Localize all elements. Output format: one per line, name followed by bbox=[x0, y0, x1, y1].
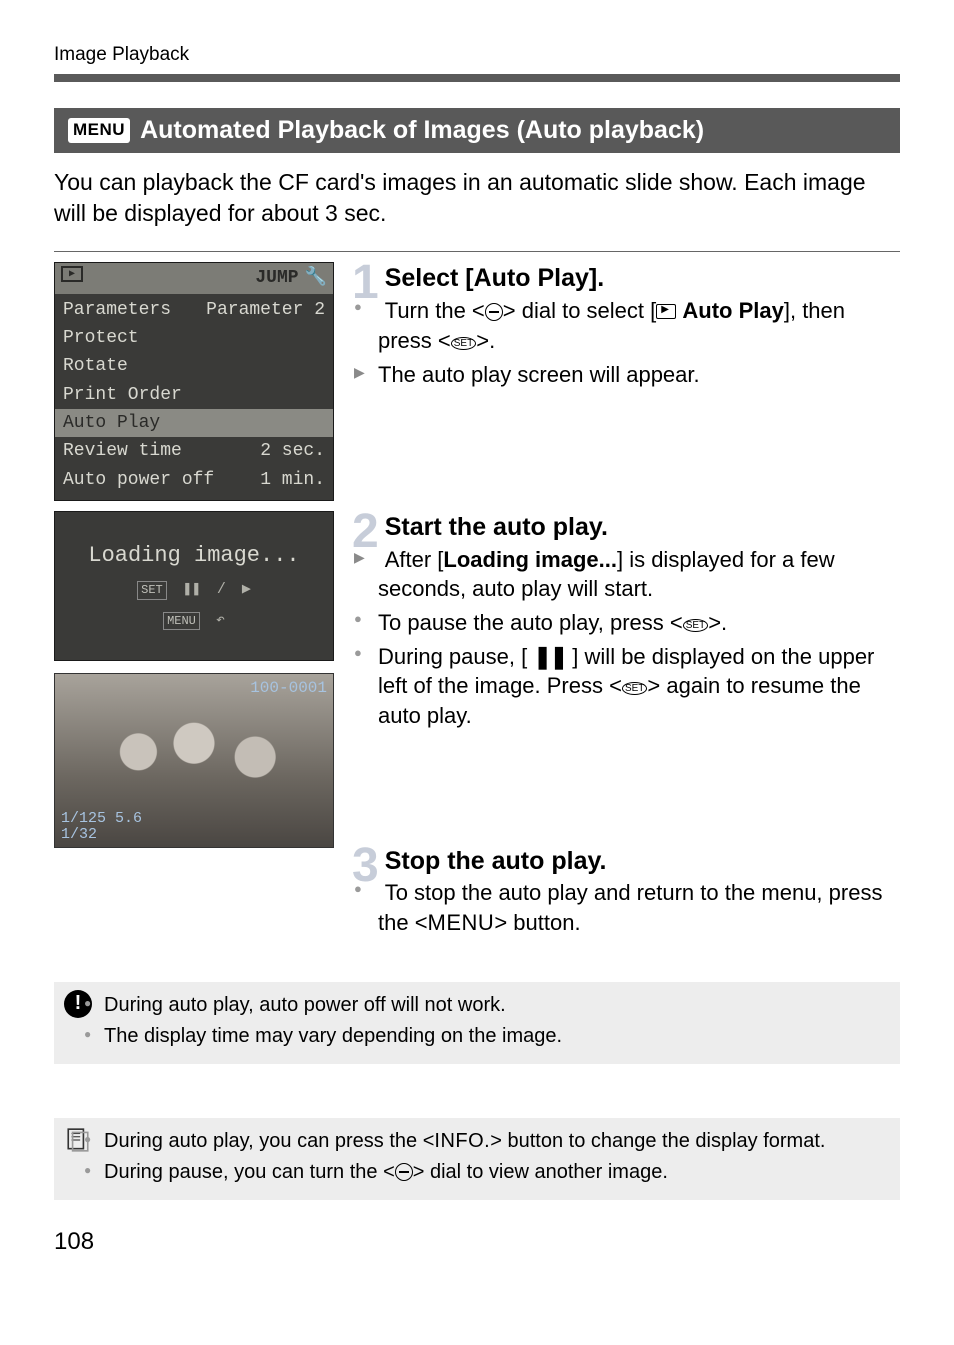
pause-icon: ❚❚ bbox=[533, 644, 566, 669]
lcd-menu-row: Review time2 sec. bbox=[55, 437, 333, 465]
pause-icon: ❚❚ bbox=[183, 580, 201, 600]
step-title-2: Start the auto play. bbox=[385, 513, 608, 541]
note-item: During auto play, you can press the <INF… bbox=[104, 1128, 886, 1155]
play-icon bbox=[656, 304, 676, 319]
warning-note: ! During auto play, auto power off will … bbox=[54, 982, 900, 1064]
return-icon: ↶ bbox=[216, 611, 225, 631]
lcd-menu-screenshot: JUMP 🔧 ParametersParameter 2ProtectRotat… bbox=[54, 262, 334, 500]
chapter-title: Image Playback bbox=[54, 42, 900, 68]
note-item: The display time may vary depending on t… bbox=[104, 1023, 886, 1050]
divider bbox=[54, 74, 900, 82]
menu-badge: MENU bbox=[68, 118, 130, 143]
bullet-item: After [Loading image...] is displayed fo… bbox=[378, 545, 900, 604]
bullet-item: During pause, [ ❚❚ ] will be displayed o… bbox=[378, 642, 900, 731]
lcd-jump-label: JUMP bbox=[255, 266, 298, 290]
step-number-1: 1 bbox=[352, 264, 379, 302]
lcd-loading-screenshot: Loading image... SET ❚❚ / ▶ MENU ↶ bbox=[54, 511, 334, 661]
menu-tag: MENU bbox=[163, 612, 200, 630]
sample-photo: 100-0001 1/125 5.6 1/32 bbox=[54, 673, 334, 848]
lcd-menu-row: Protect bbox=[55, 324, 333, 352]
step-number-2: 2 bbox=[352, 513, 379, 551]
set-icon: SET bbox=[622, 682, 647, 695]
page-number: 108 bbox=[54, 1226, 900, 1258]
set-icon: SET bbox=[451, 337, 476, 350]
dial-icon bbox=[395, 1163, 413, 1181]
bullet-item: To pause the auto play, press <SET>. bbox=[378, 608, 900, 638]
set-icon: SET bbox=[683, 619, 708, 632]
step-number-3: 3 bbox=[352, 847, 379, 885]
loading-text: Loading image... bbox=[88, 541, 299, 571]
photo-frame: 1/32 bbox=[61, 825, 97, 845]
lcd-menu-row: ParametersParameter 2 bbox=[55, 296, 333, 324]
bullet-item: To stop the auto play and return to the … bbox=[378, 878, 900, 937]
section-title: Automated Playback of Images (Auto playb… bbox=[140, 114, 704, 148]
dial-icon bbox=[485, 303, 503, 321]
play-icon bbox=[61, 266, 83, 282]
photo-fileno: 100-0001 bbox=[250, 678, 327, 700]
lcd-menu-row: Rotate bbox=[55, 352, 333, 380]
note-item: During auto play, auto power off will no… bbox=[104, 992, 886, 1019]
bullet-item: The auto play screen will appear. bbox=[378, 360, 900, 390]
intro-text: You can playback the CF card's images in… bbox=[54, 167, 900, 229]
lcd-menu-row: Print Order bbox=[55, 381, 333, 409]
wrench-icon: 🔧 bbox=[305, 266, 327, 290]
step-title-1: Select [Auto Play]. bbox=[385, 264, 605, 292]
section-heading: MENU Automated Playback of Images (Auto … bbox=[54, 108, 900, 154]
set-tag: SET bbox=[137, 581, 167, 599]
bullet-item: Turn the <> dial to select [ Auto Play],… bbox=[378, 296, 900, 355]
play-icon: ▶ bbox=[242, 580, 251, 600]
step-title-3: Stop the auto play. bbox=[385, 847, 607, 875]
thin-divider bbox=[54, 251, 900, 252]
lcd-menu-row: Auto Play bbox=[55, 409, 333, 437]
note-item: During pause, you can turn the <> dial t… bbox=[104, 1159, 886, 1186]
tip-note: During auto play, you can press the <INF… bbox=[54, 1118, 900, 1200]
lcd-menu-row: Auto power off1 min. bbox=[55, 466, 333, 494]
